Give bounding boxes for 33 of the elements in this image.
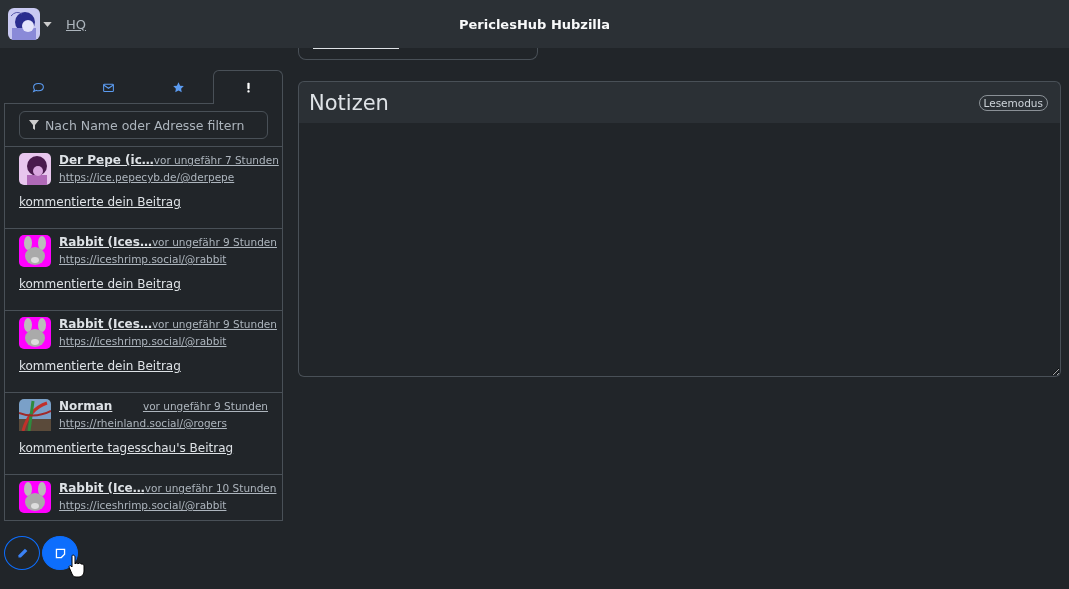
sender-name[interactable]: Rabbit (Ice…	[59, 481, 145, 495]
notes-button[interactable]	[42, 536, 78, 570]
home-link[interactable]: HQ	[66, 16, 86, 32]
notification-link[interactable]: kommentierte dein Beitrag	[19, 195, 181, 209]
filter-field[interactable]: Nach Name oder Adresse filtern	[19, 111, 268, 139]
sender-name[interactable]: Rabbit (Ices…	[59, 235, 152, 249]
notification-link[interactable]: kommentierte tagesschau's Beitrag	[19, 441, 234, 455]
address-link[interactable]: https://rheinland.social/@rogers	[59, 417, 227, 429]
filter-icon	[29, 120, 39, 130]
notification-link[interactable]: kommentierte dein Beitrag	[19, 277, 181, 291]
tab[interactable]	[213, 70, 283, 104]
notification-link[interactable]: kommentierte dein Beitrag	[19, 359, 181, 373]
timestamp-link[interactable]: vor ungefähr 9 Stunden	[151, 318, 277, 330]
address-link[interactable]: https://iceshrimp.social/@rabbit	[59, 253, 227, 265]
profile-menu[interactable]	[8, 8, 52, 40]
address-link[interactable]: https://iceshrimp.social/@rabbit	[59, 499, 227, 511]
sender-name[interactable]: Norman	[59, 399, 113, 413]
address-link[interactable]: https://ice.pepecyb.de/@derpepe	[59, 171, 235, 183]
note-icon	[53, 546, 67, 560]
address-link[interactable]: https://iceshrimp.social/@rabbit	[59, 335, 227, 347]
sender-name[interactable]: Der Pepe (ic…	[59, 153, 154, 167]
caret-icon	[43, 21, 52, 27]
hand-cursor-icon	[67, 554, 87, 578]
pencil-icon	[15, 546, 29, 560]
notes-title: Notizen	[309, 90, 389, 115]
timestamp-link[interactable]: vor ungefähr 10 Stunden	[144, 482, 277, 494]
chat-icon	[32, 80, 46, 94]
site-title: PericlesHub Hubzilla	[459, 16, 611, 32]
timestamp-link[interactable]: vor ungefähr 9 Stunden	[151, 236, 277, 248]
timestamp-link[interactable]: vor ungefähr 7 Stunden	[153, 154, 279, 166]
timestamp-link[interactable]: vor ungefähr 9 Stunden	[142, 400, 268, 412]
sender-name[interactable]: Rabbit (Ices…	[59, 317, 152, 331]
star-icon	[171, 80, 185, 94]
